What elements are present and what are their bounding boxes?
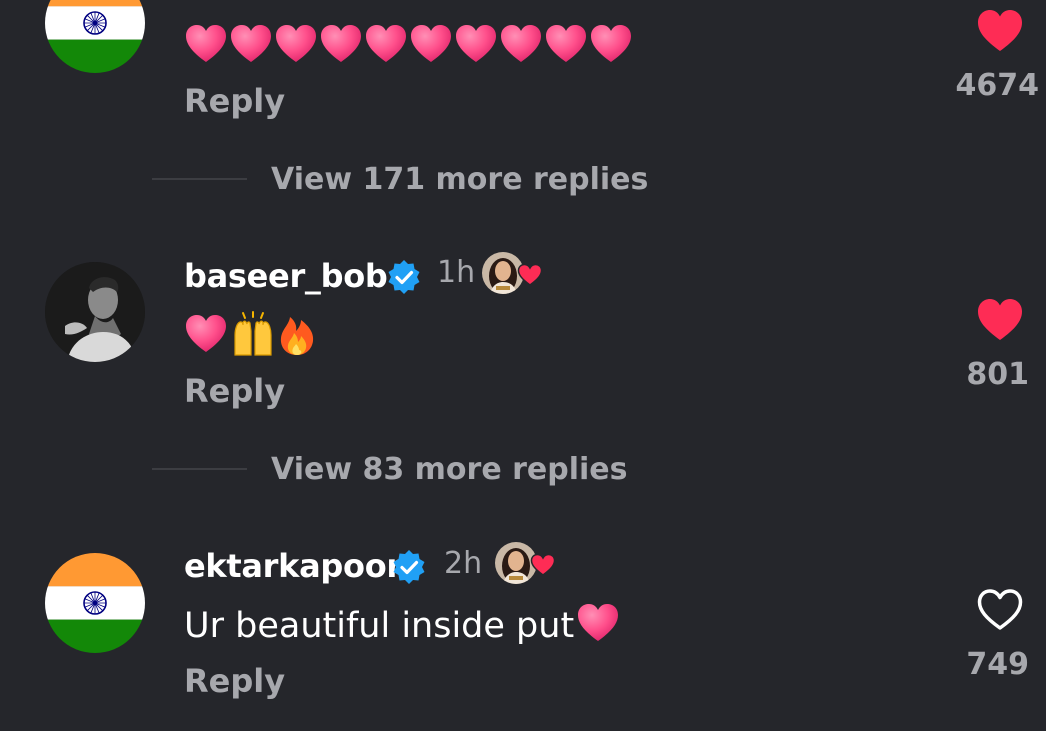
heart-filled-icon[interactable]	[976, 298, 1024, 342]
pink-heart-emoji	[456, 25, 496, 62]
verified-badge-icon	[393, 550, 425, 584]
like-count: 801	[966, 357, 1029, 392]
view-more-replies-button[interactable]: View 83 more replies	[152, 449, 628, 489]
india-flag-icon	[45, 0, 145, 73]
raising-hands-emoji	[234, 311, 272, 356]
comments-screen: Reply 4674 View 171 more replies baseer_…	[0, 0, 1046, 731]
comment-text: Ur beautiful inside put	[184, 603, 620, 648]
profile-photo-avatar[interactable]	[45, 262, 145, 362]
divider-line	[152, 178, 247, 180]
creator-liked-heart-icon	[530, 553, 556, 576]
profile-photo	[45, 262, 145, 362]
view-more-replies-label: View 83 more replies	[271, 451, 628, 487]
pink-heart-emoji	[186, 25, 226, 62]
username[interactable]: baseer_bob	[184, 256, 388, 296]
india-flag-icon	[45, 553, 145, 653]
pink-heart-emoji	[411, 25, 451, 62]
divider-line	[152, 468, 247, 470]
reply-button[interactable]: Reply	[184, 81, 285, 121]
comment-time: 1h	[437, 255, 476, 290]
pink-heart-emoji	[578, 604, 619, 641]
like-count: 4674	[955, 68, 1040, 103]
pink-heart-emoji	[231, 25, 271, 62]
comment-text-content: Ur beautiful inside put	[184, 606, 575, 646]
username[interactable]: ektarkapoor	[184, 546, 402, 586]
india-flag-avatar[interactable]	[45, 0, 145, 73]
fire-emoji	[280, 317, 314, 355]
reply-button[interactable]: Reply	[184, 371, 285, 411]
creator-liked-heart-icon	[517, 263, 543, 286]
heart-outline-icon[interactable]	[976, 588, 1024, 632]
india-flag-avatar[interactable]	[45, 553, 145, 653]
pink-heart-emoji	[366, 25, 406, 62]
pink-heart-emoji	[186, 315, 226, 352]
pink-heart-emoji	[501, 25, 541, 62]
pink-heart-emoji	[546, 25, 586, 62]
comment-emoji-text	[184, 311, 317, 357]
comment-emoji-text	[184, 21, 634, 67]
reply-button[interactable]: Reply	[184, 661, 285, 701]
heart-filled-icon[interactable]	[976, 9, 1024, 53]
verified-badge-icon	[388, 260, 420, 294]
pink-heart-emoji	[591, 25, 631, 62]
view-more-replies-button[interactable]: View 171 more replies	[152, 159, 648, 199]
pink-heart-emoji	[321, 25, 361, 62]
comment-time: 2h	[444, 546, 483, 581]
view-more-replies-label: View 171 more replies	[271, 161, 649, 197]
like-count: 749	[966, 647, 1029, 682]
pink-heart-emoji	[276, 25, 316, 62]
